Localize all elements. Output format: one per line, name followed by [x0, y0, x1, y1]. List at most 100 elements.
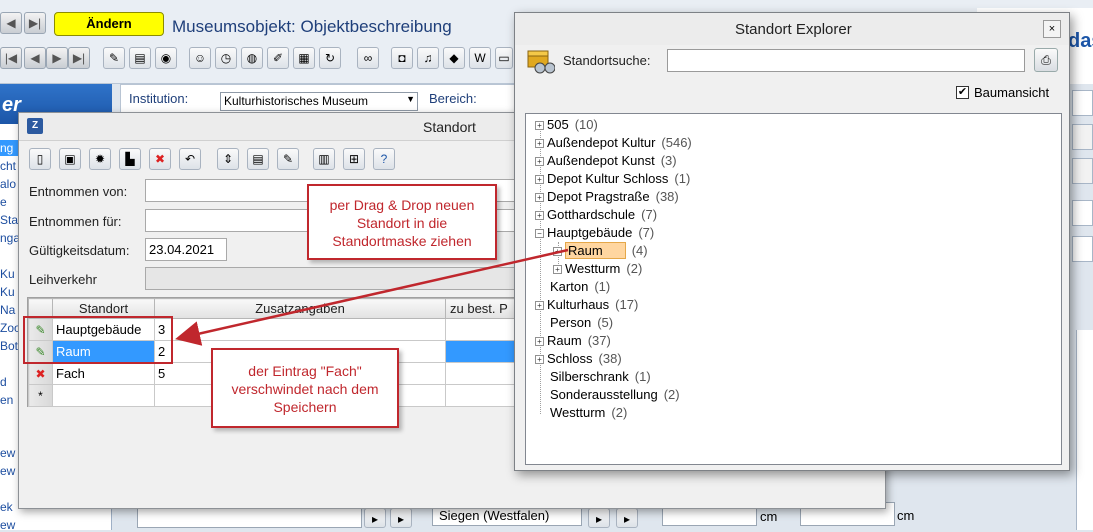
cell-standort[interactable]: Fach	[52, 362, 155, 385]
tree-node-count: (17)	[615, 297, 639, 312]
save-icon[interactable]: ▣	[59, 148, 81, 170]
tree-node-label: Schloss	[547, 351, 593, 366]
sidebar-item[interactable]: Sta	[0, 213, 18, 227]
expand-icon[interactable]: +	[535, 139, 544, 148]
bg-input[interactable]	[137, 508, 362, 528]
explorer-titlebar[interactable]: Standort Explorer	[515, 13, 1069, 45]
word-icon[interactable]: W	[469, 47, 491, 69]
sidebar-item[interactable]: alo	[0, 177, 16, 191]
expand-icon[interactable]: +	[535, 211, 544, 220]
sidebar-item[interactable]: ew	[0, 464, 15, 478]
sidebar-item[interactable]: Ku	[0, 285, 15, 299]
bg-input[interactable]	[662, 506, 757, 526]
tree-node[interactable]: + Außendepot Kultur (546)	[535, 134, 692, 151]
nav-prev-page-icon[interactable]: ◀	[0, 12, 22, 34]
mobile-icon[interactable]: ▯	[29, 148, 51, 170]
sidebar-item[interactable]: ew	[0, 446, 15, 460]
tree-node-expanded[interactable]: − Hauptgebäude (7)	[535, 224, 654, 241]
document-icon[interactable]: ▭	[495, 47, 513, 69]
undo-icon[interactable]: ↶	[179, 148, 201, 170]
explorer-icon[interactable]: ▥	[313, 148, 335, 170]
calendar-icon[interactable]: ▦	[293, 47, 315, 69]
row-delete-icon[interactable]: ✖	[28, 362, 53, 385]
expand-icon[interactable]: +	[535, 193, 544, 202]
close-icon[interactable]: ×	[1043, 20, 1061, 38]
sidebar-item[interactable]: Na	[0, 303, 15, 317]
nav-first-icon[interactable]: |◀	[0, 47, 22, 69]
tree-node[interactable]: + Westturm (2)	[553, 260, 642, 277]
sidebar-item[interactable]: Bot	[0, 339, 18, 353]
edit-button[interactable]: Ändern	[54, 12, 164, 36]
help-icon[interactable]: ?	[373, 148, 395, 170]
cell-zusatz[interactable]: 3	[154, 318, 446, 341]
tree-node[interactable]: + Kulturhaus (17)	[535, 296, 638, 313]
nav-forward-icon[interactable]: ▶	[46, 47, 68, 69]
expand-icon[interactable]: +	[553, 265, 562, 274]
expand-icon[interactable]: +	[535, 337, 544, 346]
tree-node[interactable]: + Depot Kultur Schloss (1)	[535, 170, 690, 187]
form-icon[interactable]: ▤	[129, 47, 151, 69]
tree-node-label: Silberschrank	[550, 369, 629, 384]
hierarchy-icon[interactable]: ⊞	[343, 148, 365, 170]
pdf-icon[interactable]: ▤	[247, 148, 269, 170]
sidebar-item[interactable]: ek	[0, 500, 13, 514]
console-icon[interactable]: ▙	[119, 148, 141, 170]
tree-node-leaf[interactable]: Karton (1)	[550, 278, 610, 295]
expand-icon[interactable]: +	[535, 121, 544, 130]
tree-node[interactable]: +505 (10)	[535, 116, 598, 133]
gueltigkeitsdatum-input[interactable]: 23.04.2021	[145, 238, 227, 261]
expand-icon[interactable]: +	[535, 355, 544, 364]
picker-icon[interactable]: ▸	[616, 508, 638, 528]
cube-icon[interactable]: ◆	[443, 47, 465, 69]
refresh-icon[interactable]: ↻	[319, 47, 341, 69]
row-new-icon[interactable]: *	[28, 384, 53, 407]
tree-node-leaf[interactable]: Person (5)	[550, 314, 613, 331]
tree-node[interactable]: + Außendepot Kunst (3)	[535, 152, 677, 169]
camera-icon[interactable]: ◘	[391, 47, 413, 69]
delete-icon[interactable]: ✖	[149, 148, 171, 170]
tree-node[interactable]: + Gotthardschule (7)	[535, 206, 657, 223]
institution-select[interactable]: Kulturhistorisches Museum ▼	[220, 92, 418, 111]
expand-icon[interactable]: +	[535, 157, 544, 166]
sidebar-item[interactable]: e	[0, 195, 7, 209]
sidebar-item[interactable]: d	[0, 375, 7, 389]
people-icon[interactable]: ☺	[189, 47, 211, 69]
search-input[interactable]	[667, 49, 1025, 72]
location-select[interactable]: Siegen (Westfalen)	[432, 506, 582, 526]
expand-icon[interactable]: +	[553, 247, 562, 256]
picker-icon[interactable]: ▸	[588, 508, 610, 528]
tree-node-selected[interactable]: + Raum (4)	[553, 242, 648, 259]
nav-last-icon[interactable]: ▶|	[24, 12, 46, 34]
clock-icon[interactable]: ◷	[215, 47, 237, 69]
tree-node[interactable]: + Schloss (38)	[535, 350, 622, 367]
baumansicht-checkbox[interactable]: ✔	[956, 86, 969, 99]
new-record-icon[interactable]: ✹	[89, 148, 111, 170]
sidebar-item[interactable]: en	[0, 393, 13, 407]
pen-icon[interactable]: ✎	[277, 148, 299, 170]
print-icon[interactable]: ⎙	[1034, 48, 1058, 72]
globe-icon[interactable]: ◍	[241, 47, 263, 69]
color-wheel-icon[interactable]: ◉	[155, 47, 177, 69]
column-header-zusatzangaben[interactable]: Zusatzangaben	[154, 298, 446, 319]
picker-icon[interactable]: ▸	[390, 508, 412, 528]
nav-back-icon[interactable]: ◀	[24, 47, 46, 69]
tree-node-leaf[interactable]: Silberschrank (1)	[550, 368, 651, 385]
sidebar-item[interactable]: Ku	[0, 267, 15, 281]
expand-icon[interactable]: +	[535, 175, 544, 184]
cell-standort[interactable]	[52, 384, 155, 407]
expand-icon[interactable]: +	[535, 301, 544, 310]
collapse-icon[interactable]: −	[535, 229, 544, 238]
sidebar-item[interactable]: ng	[0, 141, 13, 155]
tree-node[interactable]: + Raum (37)	[535, 332, 611, 349]
sidebar-item[interactable]: cht	[0, 159, 16, 173]
edit-pen-icon[interactable]: ✎	[103, 47, 125, 69]
sort-icon[interactable]: ⇕	[217, 148, 239, 170]
tree-node-leaf[interactable]: Westturm (2)	[550, 404, 627, 421]
picker-icon[interactable]: ▸	[364, 508, 386, 528]
music-icon[interactable]: ♫	[417, 47, 439, 69]
tree-node[interactable]: + Depot Pragstraße (38)	[535, 188, 679, 205]
note-icon[interactable]: ✐	[267, 47, 289, 69]
link-icon[interactable]: ∞	[357, 47, 379, 69]
nav-end-icon[interactable]: ▶|	[68, 47, 90, 69]
tree-node-leaf[interactable]: Sonderausstellung (2)	[550, 386, 680, 403]
